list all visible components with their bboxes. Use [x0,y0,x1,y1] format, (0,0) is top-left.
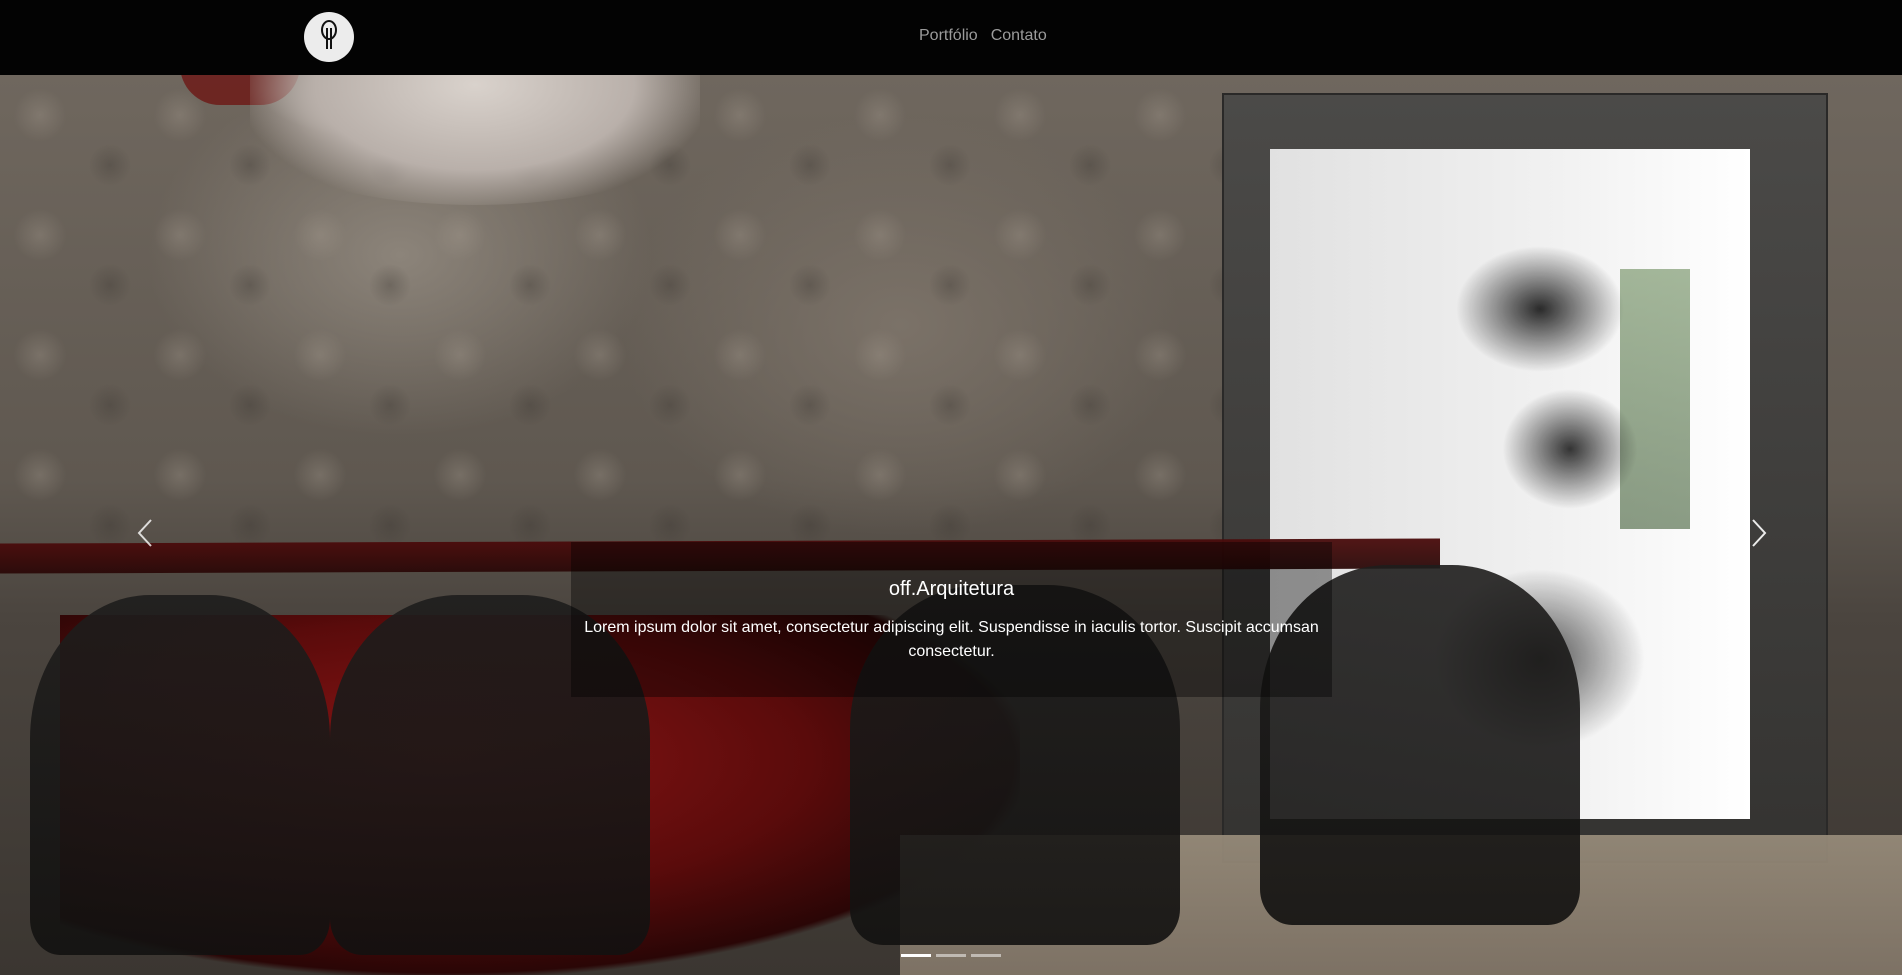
chevron-left-icon [137,518,153,553]
tree-logo-icon [316,18,342,57]
slide-title: off.Arquitetura [888,578,1015,600]
chair [30,595,330,955]
carousel-next-button[interactable] [1744,515,1774,555]
carousel-indicators [901,954,1001,957]
hero-carousel: off.Arquitetura Lorem ipsum dolor sit am… [0,75,1902,975]
carousel-indicator[interactable] [936,954,966,957]
nav-link-portfolio[interactable]: Portfólio [919,26,978,46]
top-navbar: Portfólio Contato [0,0,1902,75]
slide-caption: off.Arquitetura Lorem ipsum dolor sit am… [571,542,1332,697]
chevron-right-icon [1751,518,1767,553]
carousel-prev-button[interactable] [130,515,160,555]
slide-description: Lorem ipsum dolor sit amet, consectetur … [584,619,1319,660]
carousel-indicator[interactable] [901,954,931,957]
nav-link-contato[interactable]: Contato [991,26,1047,46]
main-nav: Portfólio Contato [919,26,1047,46]
brand-logo-button[interactable] [304,12,354,62]
carousel-indicator[interactable] [971,954,1001,957]
slide-image [0,75,1902,975]
